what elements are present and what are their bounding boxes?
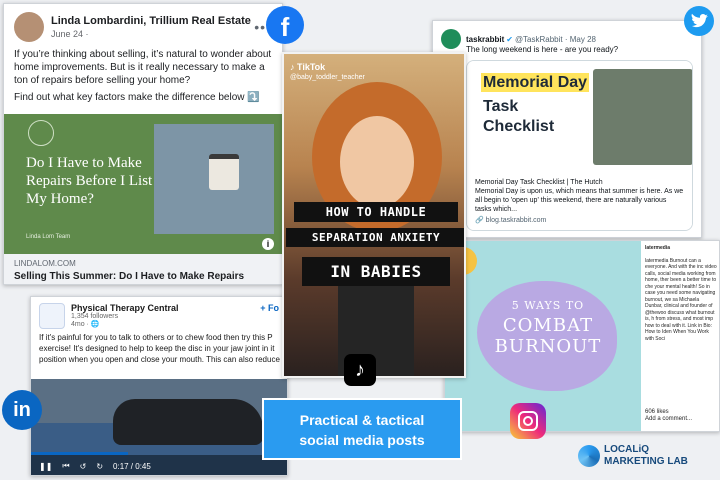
tweet-link-card[interactable]: Memorial Day Task Checklist Memorial Day… [466,60,693,231]
tiktok-handle: @baby_toddler_teacher [290,74,365,81]
tweet-text: The long weekend is here - are you ready… [466,45,619,54]
rewind-icon[interactable]: ↺ [80,462,87,471]
brand-line-1: LOCALiQ [604,444,649,455]
link-domain: LINDALOM.COM [14,259,76,268]
link-preview[interactable]: LINDALOM.COM Selling This Summer: Do I H… [4,254,282,284]
info-icon[interactable]: i [262,238,274,250]
post-text-2: exercise! It's designed to help to keep … [39,344,275,353]
twitter-post-card: taskrabbit ✔ @TaskRabbit · May 28 The lo… [432,20,702,238]
paint-can-icon [209,154,239,190]
linkedin-post-card: Physical Therapy Central 1,354 followers… [30,296,288,476]
creator-face [340,116,414,208]
author-block: Linda Lombardini, Trillium Real Estate J… [51,15,251,39]
facebook-logo-icon: f [266,6,304,44]
tweet-link-text: Memorial Day Task Checklist | The Hutch … [467,173,692,230]
linkedin-logo-icon: in [2,390,42,430]
tiktok-watermark: ♪ TikTok [290,62,326,72]
post-body: If you’re thinking about selling, it’s n… [4,46,282,112]
post-text-1: If you’re thinking about selling, it’s n… [14,49,272,86]
headline-banner: Practical & tactical social media posts [262,398,462,460]
pause-icon[interactable]: ❚❚ [39,462,52,471]
previous-icon[interactable]: ⏮ [62,461,69,471]
company-name[interactable]: Physical Therapy Central [71,303,179,313]
video-controls: ❚❚ ⏮ ↺ ↻ 0:17 / 0:45 [31,455,287,475]
instagram-logo-icon [510,403,546,439]
image-line-2: COMBAT [502,315,594,336]
caption-line-3: IN BABIES [302,257,450,286]
tweet-link-desc: Memorial Day is upon us, which means tha… [475,188,684,213]
company-logo[interactable] [39,303,65,329]
follower-count: 1,354 followers [71,313,119,320]
tiktok-logo-icon: ♪ [344,354,376,386]
tweet-image-line-2: Task Checklist [483,98,555,135]
image-line-1: 5 WAYS TO [511,299,585,312]
image-brand: Linda Lom Team [26,234,71,240]
verified-badge-icon: ✔ [506,34,513,44]
exercise-person [113,399,263,445]
brand-line-2: MARKETING LAB [604,456,688,467]
linkedin-post-header: Physical Therapy Central 1,354 followers… [31,297,287,329]
caption-line-1: HOW TO HANDLE [294,202,458,222]
forward-icon[interactable]: ↻ [96,462,103,471]
instagram-image-title: 5 WAYS TO COMBAT BURNOUT [485,299,611,357]
twitter-logo-icon [684,6,714,36]
localiq-mark-icon [578,445,600,467]
tweet-author[interactable]: taskrabbit [466,35,504,44]
follow-button[interactable]: + Fo [260,303,279,329]
image-line-3: BURNOUT [494,336,602,357]
tweet-link-title: Memorial Day Task Checklist | The Hutch [475,179,603,186]
author-name[interactable]: Linda Lombardini, Trillium Real Estate [51,15,251,27]
tweet-handle-date: @TaskRabbit · May 28 [514,34,596,44]
post-age: 4mo · 🌐 [71,321,100,328]
comment-input[interactable]: Add a comment... [645,416,692,423]
avatar[interactable] [441,29,461,49]
post-text: If it's painful for you to talk to other… [31,329,287,368]
brand-wordmark: LOCALiQ MARKETING LAB [604,444,688,468]
tweet-image: Memorial Day Task Checklist [467,61,692,173]
banner-line-2: social media posts [299,432,425,448]
company-info: Physical Therapy Central 1,354 followers… [71,303,179,329]
tweet-link-domain: 🔗 blog.taskrabbit.com [475,217,547,224]
tiktok-video-card[interactable]: ♪ TikTok @baby_toddler_teacher HOW TO HA… [282,52,466,378]
instagram-account[interactable]: latermedia [645,245,717,252]
localiq-brand-logo: LOCALiQ MARKETING LAB [578,444,688,468]
paint-photo [154,124,274,234]
image-title: Do I Have to Make Repairs Before I List … [26,155,153,207]
banner-line-1: Practical & tactical [299,412,425,428]
avatar[interactable] [14,12,44,42]
post-image[interactable]: Do I Have to Make Repairs Before I List … [4,114,282,254]
caption-line-2: SEPARATION ANXIETY [286,228,464,247]
video-player[interactable]: ❚❚ ⏮ ↺ ↻ 0:17 / 0:45 [31,379,287,475]
post-text-2: Find out what key factors make the diffe… [14,92,260,103]
grill-photo [593,69,692,165]
facebook-post-card: Linda Lombardini, Trillium Real Estate J… [3,3,283,285]
post-text-1: If it's painful for you to talk to other… [39,333,273,342]
tweet-image-line-1: Memorial Day [481,73,590,92]
instagram-post-card: 5 WAYS TO COMBAT BURNOUT latermedia late… [444,240,720,432]
link-title[interactable]: Selling This Summer: Do I Have to Make R… [14,270,272,284]
brand-seal-icon [28,120,54,146]
post-date: June 24 · [51,29,89,39]
instagram-sidebar: latermedia latermedia Burnout can a ever… [641,241,719,431]
instagram-image[interactable]: 5 WAYS TO COMBAT BURNOUT [445,241,641,431]
instagram-caption: latermedia Burnout can a everyone. And w… [645,257,717,342]
video-time: 0:17 / 0:45 [113,461,151,471]
facebook-post-header: Linda Lombardini, Trillium Real Estate J… [4,4,282,46]
instagram-footer: 606 likes Add a comment... [645,409,692,422]
post-text-3: position when you open and close your mo… [39,355,280,364]
